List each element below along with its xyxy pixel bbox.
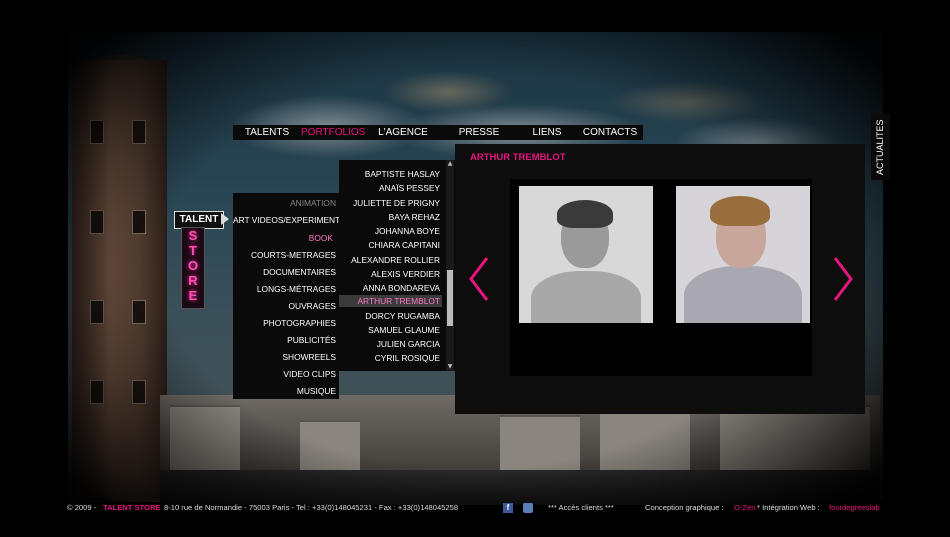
list-item[interactable]: DORCY RUGAMBA — [339, 311, 442, 321]
footer-integration-link[interactable]: fourdegreeslab — [829, 503, 880, 512]
talent-list-scrollbar[interactable]: ▲ ▼ — [446, 160, 454, 371]
category-ouvrages[interactable]: OUVRAGES — [233, 301, 339, 311]
category-animation[interactable]: ANIMATION — [233, 198, 339, 208]
client-access-link[interactable]: *** Accès clients *** — [548, 503, 614, 512]
footer-integration-label: * Intégration Web : — [757, 503, 820, 512]
category-longs-metrages[interactable]: LONGS-MÉTRAGES — [233, 284, 339, 294]
list-item[interactable]: BAYA REHAZ — [339, 212, 442, 222]
footer-brand[interactable]: TALENT STORE — [103, 503, 161, 512]
nav-contacts[interactable]: CONTACTS — [577, 127, 643, 138]
myspace-icon[interactable] — [523, 503, 533, 513]
sign-store: STORE — [181, 227, 205, 309]
list-item[interactable]: BAPTISTE HASLAY — [339, 169, 442, 179]
scroll-down-icon[interactable]: ▼ — [446, 363, 454, 371]
portfolio-photo-2[interactable] — [676, 186, 810, 323]
list-item[interactable]: JOHANNA BOYE — [339, 226, 442, 236]
list-item[interactable]: JULIEN GARCIA — [339, 339, 442, 349]
portfolio-title: ARTHUR TREMBLOT — [470, 152, 566, 163]
category-musique[interactable]: MUSIQUE — [233, 386, 339, 396]
scroll-up-icon[interactable]: ▲ — [446, 160, 454, 168]
talent-list: BAPTISTE HASLAY ANAÏS PESSEY JULIETTE DE… — [339, 160, 455, 371]
sign-store-letters: STORE — [187, 228, 199, 303]
nav-portfolios[interactable]: PORTFOLIOS — [301, 127, 365, 138]
list-item[interactable]: SAMUEL GLAUME — [339, 325, 442, 335]
nav-liens[interactable]: LIENS — [517, 127, 577, 138]
list-item[interactable]: ALEXANDRE ROLLIER — [339, 255, 442, 265]
footer-design-link[interactable]: O-Zen — [734, 503, 756, 512]
category-book[interactable]: BOOK — [230, 233, 336, 243]
nav-presse[interactable]: PRESSE — [441, 127, 517, 138]
category-showreels[interactable]: SHOWREELS — [233, 352, 339, 362]
category-video-clips[interactable]: VIDEO CLIPS — [233, 369, 339, 379]
list-item-selected[interactable]: ARTHUR TREMBLOT — [339, 295, 442, 307]
next-arrow-icon[interactable] — [832, 256, 854, 302]
category-courts-metrages[interactable]: COURTS-METRAGES — [233, 250, 339, 260]
list-item[interactable]: CHIARA CAPITANI — [339, 240, 442, 250]
main-navigation: TALENTS PORTFOLIOS L'AGENCE PRESSE LIENS… — [233, 125, 643, 140]
footer-address: 8-10 rue de Normandie - 75003 Paris - Te… — [164, 503, 459, 512]
facebook-icon[interactable]: f — [503, 503, 513, 513]
list-item[interactable]: JULIETTE DE PRIGNY — [339, 198, 442, 208]
list-item[interactable]: ANNA BONDAREVA — [339, 283, 442, 293]
footer-design-label: Conception graphique : — [645, 503, 724, 512]
sign-arrow-icon — [221, 213, 229, 225]
category-documentaires[interactable]: DOCUMENTAIRES — [233, 267, 339, 277]
category-photographies[interactable]: PHOTOGRAPHIES — [233, 318, 339, 328]
category-publicites[interactable]: PUBLICITÉS — [233, 335, 339, 345]
nav-agence[interactable]: L'AGENCE — [365, 127, 441, 138]
footer-copyright: © 2009 - — [67, 503, 97, 512]
list-item[interactable]: CYRIL ROSIQUE — [339, 353, 442, 363]
footer: © 2009 - TALENT STORE 8-10 rue de Norman… — [0, 500, 950, 516]
list-item-label: ARTHUR TREMBLOT — [357, 296, 440, 306]
actualites-label[interactable]: ACTUALITES — [871, 114, 890, 180]
list-item[interactable]: ANAÏS PESSEY — [339, 183, 442, 193]
portfolio-photo-1[interactable] — [519, 186, 653, 323]
scroll-thumb[interactable] — [447, 270, 453, 326]
nav-talents[interactable]: TALENTS — [233, 127, 301, 138]
page: TALENT STORE TALENTS PORTFOLIOS L'AGENCE… — [0, 0, 950, 537]
previous-arrow-icon[interactable] — [468, 256, 490, 302]
category-art-videos[interactable]: ART VIDEOS/EXPERIMENTALES — [233, 215, 361, 225]
list-item[interactable]: ALEXIS VERDIER — [339, 269, 442, 279]
